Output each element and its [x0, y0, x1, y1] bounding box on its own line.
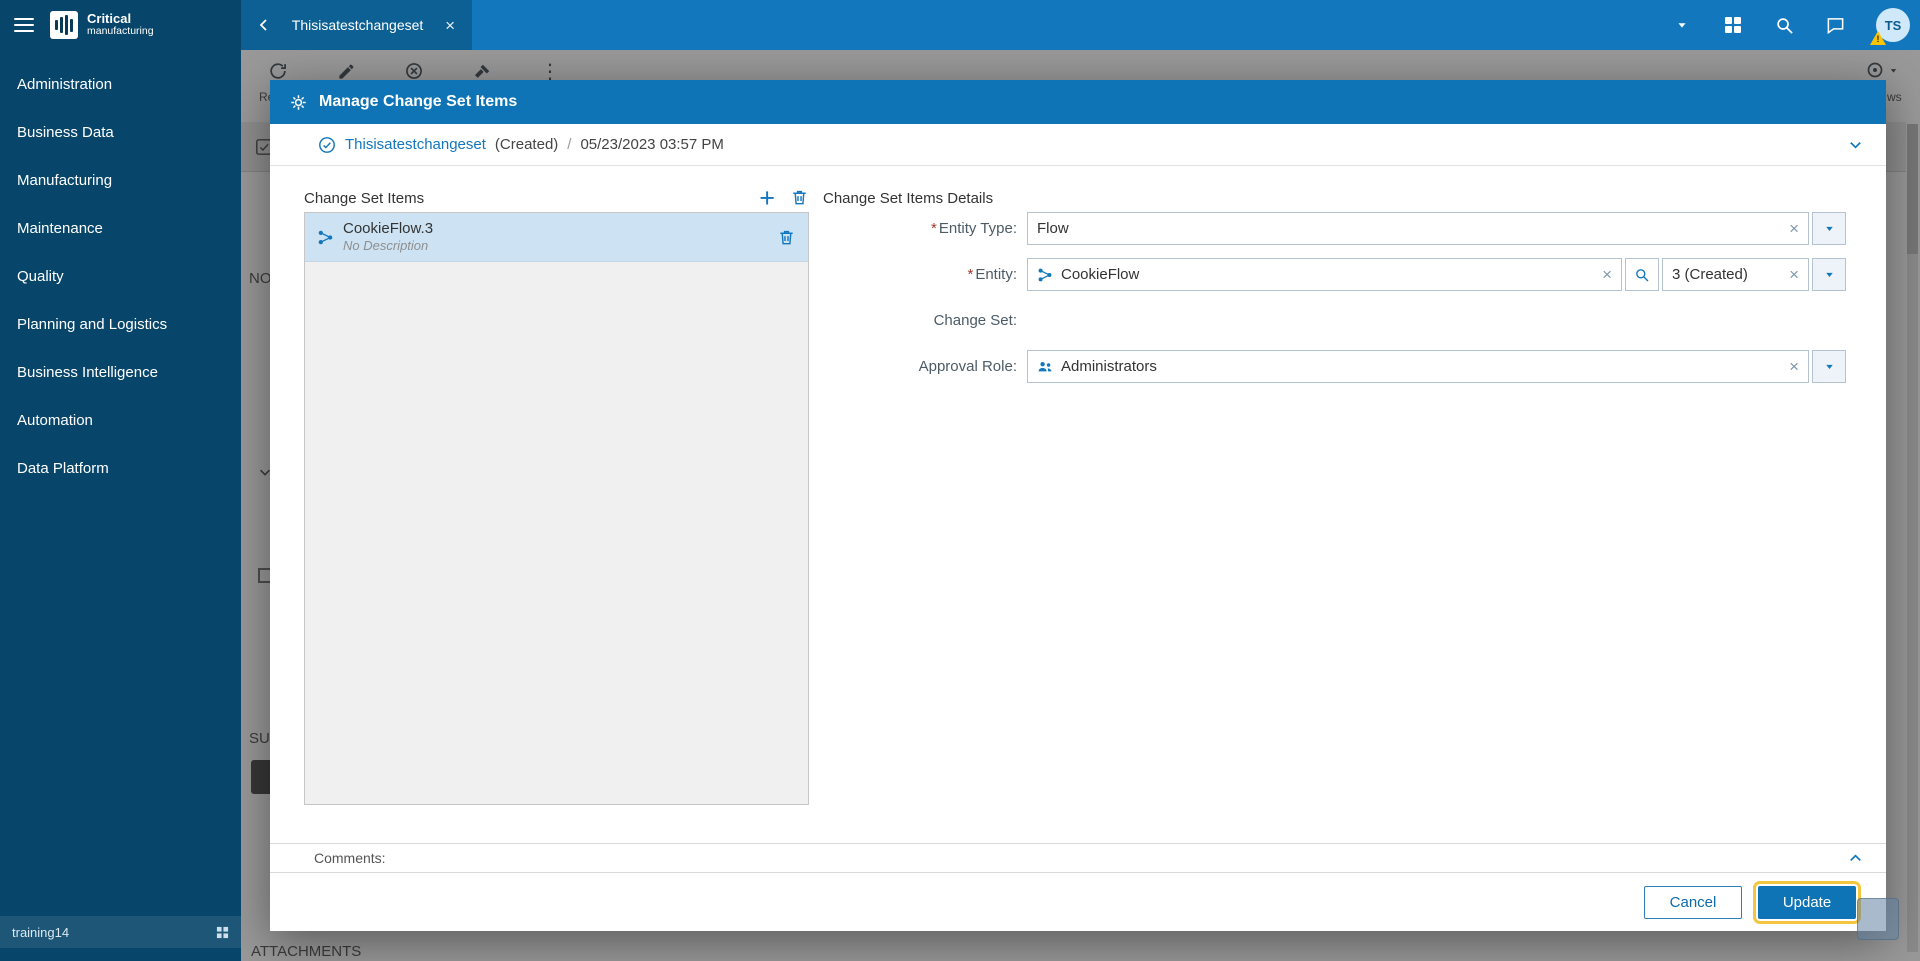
manage-icon — [289, 93, 308, 112]
remove-item-button[interactable] — [777, 228, 796, 247]
content-area: ⋮ Re ws NO SU ATTACHMENTS Manage Change … — [241, 50, 1920, 961]
approval-role-field-row: Approval Role: Administrators × — [823, 350, 1846, 383]
clear-entity-icon[interactable]: × — [1602, 266, 1612, 283]
change-set-field-row: Change Set: — [823, 304, 1846, 337]
tab-back-icon[interactable] — [253, 14, 275, 36]
people-icon — [1037, 359, 1053, 375]
approval-role-field[interactable]: Administrators × — [1027, 350, 1809, 383]
entity-type-dropdown-button[interactable] — [1812, 212, 1846, 245]
brand-logo-icon — [50, 11, 78, 39]
approval-role-dropdown-button[interactable] — [1812, 350, 1846, 383]
entity-field-row: * Entity: CookieFlow × 3 (Created) × — [823, 258, 1846, 291]
dialog-body: Change Set Items + CookieFlow.3 No Descr… — [270, 166, 1886, 843]
avatar-initials: TS — [1884, 17, 1902, 33]
brand-name: Critical — [87, 11, 132, 27]
approval-role-label: Approval Role: — [918, 358, 1017, 375]
check-circle-icon — [318, 136, 336, 154]
clear-entity-version-icon[interactable]: × — [1789, 266, 1799, 283]
change-set-link[interactable]: Thisisatestchangeset — [345, 136, 486, 153]
items-list: CookieFlow.3 No Description — [304, 212, 809, 805]
brand-text: Critical manufacturing — [87, 11, 154, 38]
sidebar-item-maintenance[interactable]: Maintenance — [0, 204, 241, 252]
list-item-cookieflow[interactable]: CookieFlow.3 No Description — [305, 213, 808, 262]
app-root: Critical manufacturing Administration Bu… — [0, 0, 1920, 961]
change-set-items-panel: Change Set Items + CookieFlow.3 No Descr… — [304, 184, 809, 843]
warning-badge-icon: ! — [1870, 31, 1886, 45]
sidebar-footer: training14 — [0, 916, 241, 948]
dialog-title: Manage Change Set Items — [319, 93, 518, 110]
entity-lookup-button[interactable] — [1625, 258, 1659, 291]
entity-type-field-row: * Entity Type: Flow × — [823, 212, 1846, 245]
change-set-summary-bar: Thisisatestchangeset (Created) / 05/23/2… — [270, 124, 1886, 166]
delete-item-button[interactable] — [790, 188, 809, 207]
items-panel-header: Change Set Items + — [304, 184, 809, 212]
entity-version-value: 3 (Created) — [1672, 266, 1748, 283]
main-area: Thisisatestchangeset × TS ! ⋮ Re ws NO S… — [241, 0, 1920, 961]
details-panel-title: Change Set Items Details — [823, 189, 994, 207]
collapse-comments-icon[interactable] — [1847, 850, 1864, 867]
chat-icon[interactable] — [1825, 15, 1845, 35]
sidebar-item-manufacturing[interactable]: Manufacturing — [0, 156, 241, 204]
entity-type-field[interactable]: Flow × — [1027, 212, 1809, 245]
sidebar-item-planning-and-logistics[interactable]: Planning and Logistics — [0, 300, 241, 348]
current-user-label: training14 — [12, 924, 70, 940]
sidebar-item-automation[interactable]: Automation — [0, 396, 241, 444]
sidebar-item-business-intelligence[interactable]: Business Intelligence — [0, 348, 241, 396]
sidebar-header: Critical manufacturing — [0, 0, 241, 50]
tab-thisisatestchangeset[interactable]: Thisisatestchangeset × — [241, 0, 472, 50]
topbar-actions: TS ! — [1672, 8, 1920, 45]
flow-icon — [1037, 267, 1053, 283]
entity-version-field[interactable]: 3 (Created) × — [1662, 258, 1809, 291]
item-description: No Description — [343, 238, 429, 254]
user-avatar[interactable]: TS ! — [1870, 8, 1910, 45]
collapse-summary-icon[interactable] — [1847, 136, 1864, 153]
comments-section[interactable]: Comments: — [270, 843, 1886, 873]
sidebar: Critical manufacturing Administration Bu… — [0, 0, 241, 961]
entity-label: * Entity: — [967, 266, 1017, 283]
items-panel-title: Change Set Items — [304, 189, 425, 207]
sidebar-item-data-platform[interactable]: Data Platform — [0, 444, 241, 492]
sidebar-nav: Administration Business Data Manufacturi… — [0, 50, 241, 492]
tab-close-icon[interactable]: × — [440, 15, 460, 36]
dialog-footer: Cancel Update — [270, 873, 1886, 931]
flow-icon — [317, 229, 334, 246]
entity-version-dropdown-button[interactable] — [1812, 258, 1846, 291]
entity-field[interactable]: CookieFlow × — [1027, 258, 1622, 291]
approval-role-value: Administrators — [1061, 358, 1157, 375]
change-set-label: Change Set: — [933, 312, 1017, 329]
brand-logo: Critical manufacturing — [50, 11, 154, 39]
sidebar-item-business-data[interactable]: Business Data — [0, 108, 241, 156]
manage-change-set-items-dialog: Manage Change Set Items Thisisatestchang… — [270, 80, 1886, 931]
change-set-timestamp: 05/23/2023 03:57 PM — [580, 136, 724, 153]
required-marker: * — [967, 266, 974, 283]
entity-value: CookieFlow — [1061, 266, 1140, 283]
topbar: Thisisatestchangeset × TS ! — [241, 0, 1920, 50]
add-item-button[interactable]: + — [759, 184, 775, 211]
entity-type-value: Flow — [1037, 220, 1069, 237]
clear-entity-type-icon[interactable]: × — [1789, 220, 1799, 237]
item-name: CookieFlow.3 — [343, 219, 434, 237]
comments-label: Comments: — [314, 850, 386, 866]
apps-grid-icon[interactable] — [216, 926, 229, 939]
cancel-button[interactable]: Cancel — [1644, 885, 1742, 919]
apps-menu-icon[interactable] — [1723, 15, 1743, 35]
tab-title: Thisisatestchangeset — [291, 17, 424, 33]
touch-cursor — [1857, 898, 1899, 940]
sidebar-item-quality[interactable]: Quality — [0, 252, 241, 300]
search-icon[interactable] — [1774, 15, 1794, 35]
chevron-down-icon[interactable] — [1672, 15, 1692, 35]
entity-type-label: * Entity Type: — [931, 220, 1017, 237]
dialog-header: Manage Change Set Items — [270, 80, 1886, 124]
clear-approval-role-icon[interactable]: × — [1789, 358, 1799, 375]
separator: / — [567, 136, 572, 153]
update-button[interactable]: Update — [1753, 880, 1861, 924]
change-set-item-details-panel: Change Set Items Details * Entity Type: F… — [823, 184, 1846, 843]
brand-subname: manufacturing — [87, 25, 154, 38]
change-set-state: (Created) — [494, 136, 559, 153]
required-marker: * — [931, 220, 937, 237]
menu-toggle-button[interactable] — [14, 18, 34, 32]
sidebar-item-administration[interactable]: Administration — [0, 60, 241, 108]
